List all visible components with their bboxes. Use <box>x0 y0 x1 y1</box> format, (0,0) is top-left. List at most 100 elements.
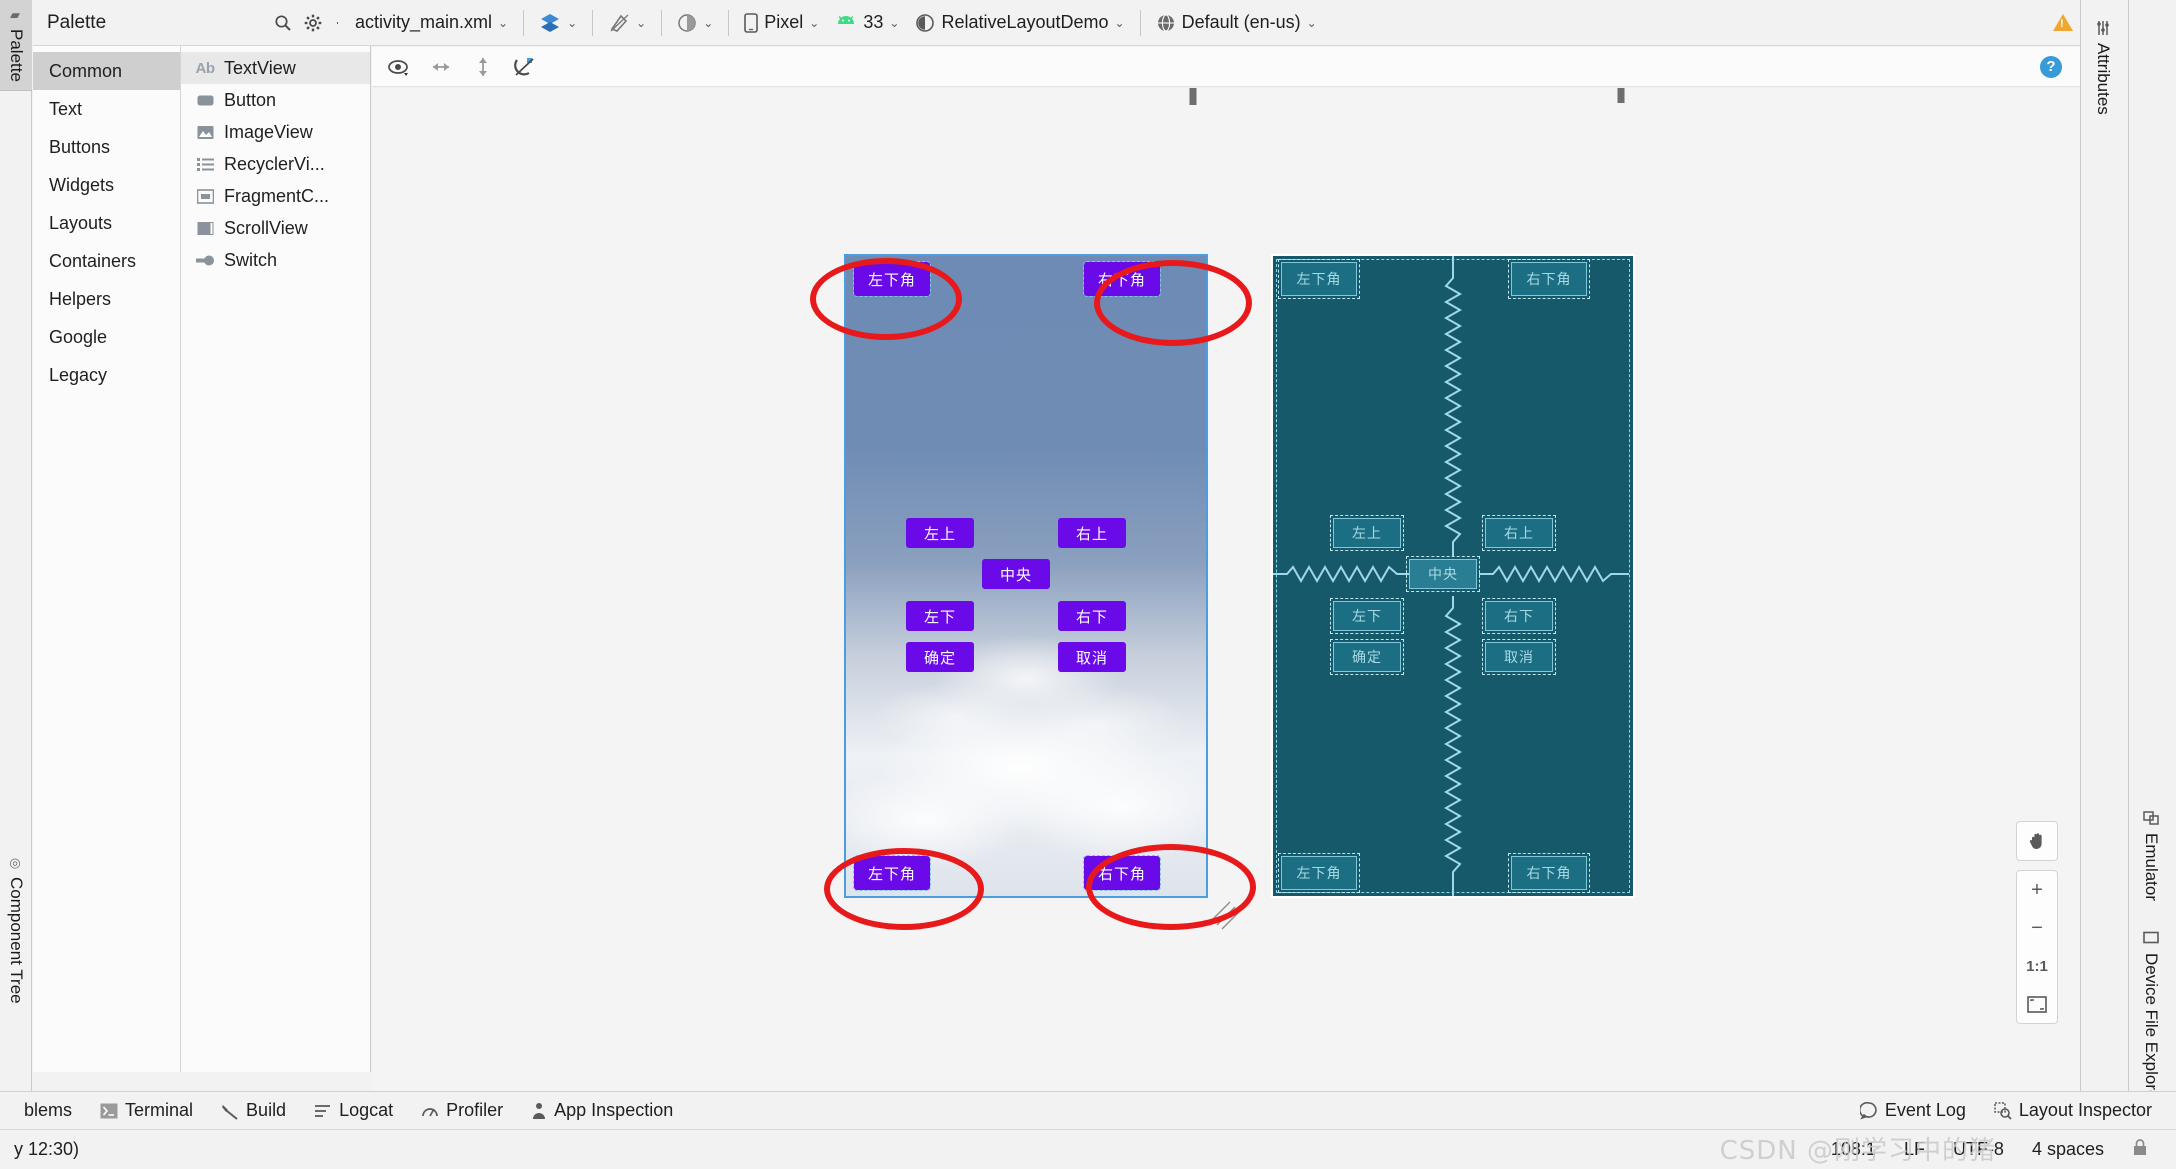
palette-category-label: Legacy <box>49 364 108 385</box>
rail-tab-attributes[interactable]: Attributes <box>2093 10 2113 125</box>
palette-category-helpers[interactable]: Helpers <box>33 280 180 318</box>
palette-item-fragmentcontainerview[interactable]: FragmentC... <box>181 180 370 212</box>
chevron-down-icon: ⌄ <box>498 15 509 30</box>
bp-btn-bottom-right-corner-top[interactable]: 右下角 <box>1508 259 1590 299</box>
device-resize-handle[interactable] <box>1210 900 1240 930</box>
tool-window-problems[interactable]: blems <box>10 1096 86 1126</box>
design-mode-selector[interactable]: ⌄ <box>532 7 584 39</box>
palette-item-recyclerview[interactable]: RecyclerVi... <box>181 148 370 180</box>
palette-category-layouts[interactable]: Layouts <box>33 204 180 242</box>
palette-category-legacy[interactable]: Legacy <box>33 356 180 394</box>
palette-item-imageview[interactable]: ImageView <box>181 116 370 148</box>
btn-bottom-right-corner[interactable]: 右下角 <box>1083 855 1161 891</box>
theme-contrast-selector[interactable]: ⌄ <box>670 7 720 39</box>
locale-selector[interactable]: Default (en-us) ⌄ <box>1149 7 1324 39</box>
palette-body: Common Text Buttons Widgets Layouts Cont… <box>33 46 370 1072</box>
tool-window-event-log[interactable]: Event Log <box>1846 1096 1980 1126</box>
bp-btn-confirm[interactable]: 确定 <box>1330 639 1404 675</box>
actual-size-button[interactable]: 1:1 <box>2017 947 2057 985</box>
file-encoding[interactable]: UTF-8 <box>1939 1139 2018 1160</box>
orientation-selector[interactable]: ⌄ <box>601 7 653 39</box>
indent-setting[interactable]: 4 spaces <box>2018 1139 2118 1160</box>
palette-category-containers[interactable]: Containers <box>33 242 180 280</box>
btn-cancel[interactable]: 取消 <box>1058 642 1126 672</box>
bp-btn-top-right[interactable]: 右上 <box>1482 515 1556 551</box>
tool-window-profiler[interactable]: Profiler <box>407 1096 517 1126</box>
lock-icon[interactable] <box>2118 1138 2162 1161</box>
btn-bottom-left[interactable]: 左下 <box>906 601 974 631</box>
palette-item-switch[interactable]: Switch <box>181 244 370 276</box>
btn-top-right[interactable]: 右上 <box>1058 518 1126 548</box>
warning-indicator[interactable] <box>2046 7 2080 39</box>
api-level-selector[interactable]: 33 ⌄ <box>828 7 906 39</box>
bp-btn-top-left[interactable]: 左上 <box>1330 515 1404 551</box>
btn-bottom-right[interactable]: 右下 <box>1058 601 1126 631</box>
palette-item-button[interactable]: Button <box>181 84 370 116</box>
bp-btn-bottom-left-corner-top[interactable]: 左下角 <box>1278 259 1360 299</box>
eye-icon[interactable] <box>382 52 416 82</box>
palette-item-label: TextView <box>224 57 296 78</box>
help-glyph: ? <box>2040 55 2062 78</box>
palette-category-text[interactable]: Text <box>33 90 180 128</box>
caret-position[interactable]: 108:1 <box>1817 1139 1890 1160</box>
line-separator[interactable]: LF <box>1890 1139 1939 1160</box>
palette-item-label: ImageView <box>224 121 313 142</box>
tool-window-layout-inspector[interactable]: Layout Inspector <box>1980 1096 2166 1126</box>
btn-top-left[interactable]: 左上 <box>906 518 974 548</box>
bp-btn-center[interactable]: 中央 <box>1406 556 1480 592</box>
bp-btn-bottom-left[interactable]: 左下 <box>1330 598 1404 634</box>
scrollview-icon <box>195 219 215 237</box>
tool-window-terminal[interactable]: Terminal <box>86 1096 207 1126</box>
zoom-out-button[interactable]: − <box>2017 909 2057 947</box>
bp-btn-bottom-left-corner[interactable]: 左下角 <box>1278 853 1360 893</box>
btn-bottom-left-corner[interactable]: 左下角 <box>853 855 931 891</box>
btn-center[interactable]: 中央 <box>982 559 1050 589</box>
bp-btn-cancel[interactable]: 取消 <box>1482 639 1556 675</box>
palette-category-buttons[interactable]: Buttons <box>33 128 180 166</box>
arrows-horizontal-icon[interactable] <box>424 52 458 82</box>
theme-selector[interactable]: RelativeLayoutDemo ⌄ <box>908 7 1131 39</box>
design-canvas[interactable]: 左下角 右下角 左上 右上 中央 左下 右下 确定 取消 左下角 右下角 左下角… <box>372 88 2080 1091</box>
palette-category-common[interactable]: Common <box>33 52 180 90</box>
blueprint-preview-device[interactable]: 左下角 右下角 左上 右上 中央 左下 右下 确定 取消 左下角 右下角 <box>1271 254 1635 898</box>
zoom-controls: + − 1:1 <box>2016 821 2058 1033</box>
rail-tab-device-file-explorer[interactable]: Device File Explorer <box>2141 920 2161 1115</box>
rail-tab-palette[interactable]: ▰ Palette <box>0 0 32 91</box>
bp-btn-bottom-right-corner[interactable]: 右下角 <box>1508 853 1590 893</box>
zoom-in-button[interactable]: + <box>2017 871 2057 909</box>
button-label: 右上 <box>1504 526 1534 542</box>
palette-category-google[interactable]: Google <box>33 318 180 356</box>
design-device-wrench-icon[interactable] <box>1184 88 1202 105</box>
arrows-vertical-icon[interactable] <box>466 52 500 82</box>
btn-bottom-left-corner-top[interactable]: 左下角 <box>853 261 931 297</box>
tool-window-app-inspection[interactable]: App Inspection <box>517 1096 687 1126</box>
tool-window-logcat[interactable]: Logcat <box>300 1096 407 1126</box>
gear-icon[interactable] <box>298 8 328 38</box>
device-selector[interactable]: Pixel ⌄ <box>737 7 826 39</box>
blueprint-device-wrench-icon[interactable] <box>1612 88 1630 103</box>
palette-item-scrollview[interactable]: ScrollView <box>181 212 370 244</box>
btn-confirm[interactable]: 确定 <box>906 642 974 672</box>
file-selector[interactable]: activity_main.xml ⌄ <box>348 7 515 39</box>
rail-tab-component-tree-label: Component Tree <box>7 877 26 1004</box>
palette-category-widgets[interactable]: Widgets <box>33 166 180 204</box>
rail-tab-emulator[interactable]: Emulator <box>2141 800 2161 911</box>
bp-btn-bottom-right[interactable]: 右下 <box>1482 598 1556 634</box>
status-left-text: y 12:30) <box>14 1139 80 1159</box>
hide-constraints-icon[interactable] <box>508 52 542 82</box>
fit-screen-icon[interactable] <box>2017 985 2057 1023</box>
button-label: 确定 <box>923 648 956 667</box>
tool-window-build[interactable]: Build <box>207 1096 300 1126</box>
palette-item-textview[interactable]: Ab TextView <box>181 52 370 84</box>
button-label: 右下角 <box>1526 272 1572 288</box>
help-circle-icon[interactable]: ? <box>2034 52 2068 82</box>
button-label: 右上 <box>1075 524 1108 543</box>
design-preview-device[interactable]: 左下角 右下角 左上 右上 中央 左下 右下 确定 取消 左下角 右下角 <box>844 254 1208 898</box>
button-label: 左下 <box>923 607 956 626</box>
search-icon[interactable] <box>268 8 298 38</box>
rail-tab-component-tree[interactable]: ◎ Component Tree <box>0 848 32 1012</box>
button-icon <box>195 91 215 109</box>
btn-bottom-right-corner-top[interactable]: 右下角 <box>1083 261 1161 297</box>
pan-hand-icon[interactable] <box>2017 822 2057 860</box>
warning-triangle-icon <box>2053 14 2073 31</box>
